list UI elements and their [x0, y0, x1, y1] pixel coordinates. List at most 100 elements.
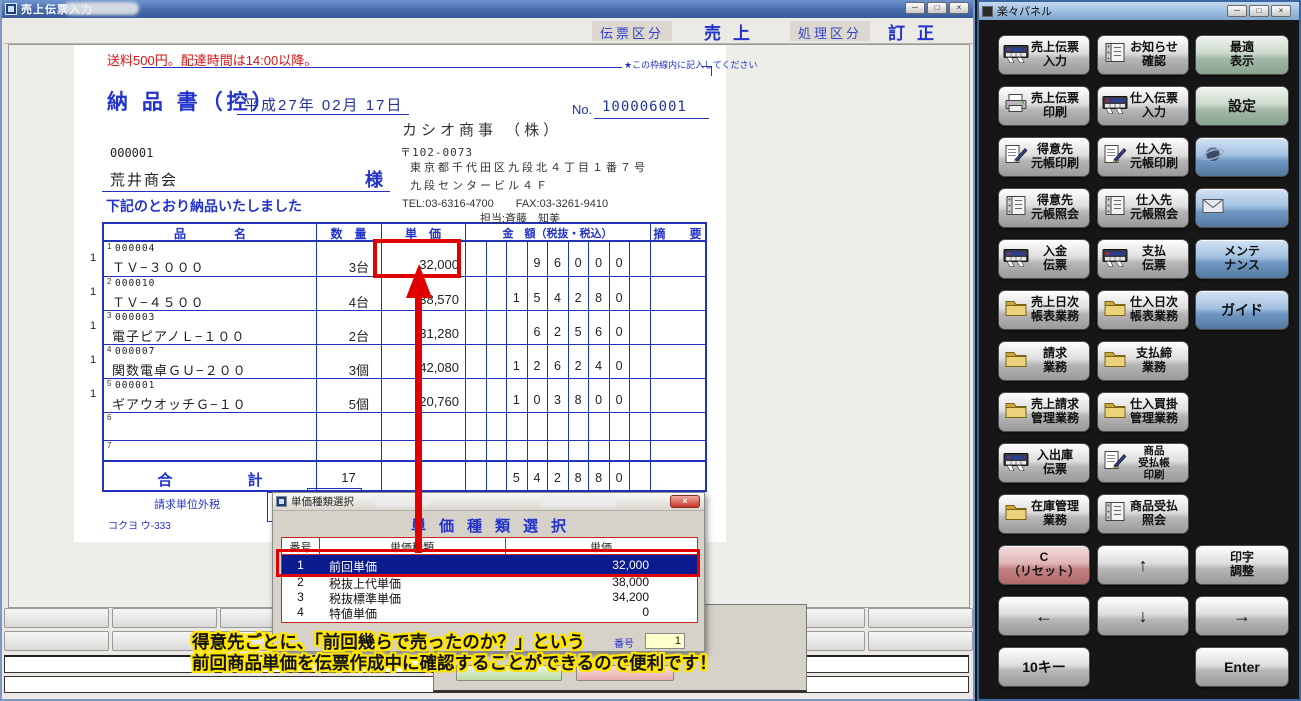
main-titlebar[interactable]: 売上伝票入力 — [2, 0, 973, 18]
panel-button[interactable]: 売上請求管理業務 — [998, 392, 1090, 432]
doc-pen-icon — [1102, 450, 1128, 477]
folder-icon — [1102, 297, 1128, 324]
amount-comb-line — [629, 462, 630, 494]
toolbar-segment[interactable] — [868, 631, 973, 651]
panel-button[interactable]: C（リセット） — [998, 545, 1090, 585]
panel-button[interactable]: お知らせ確認 — [1097, 35, 1189, 75]
kokuyo-label: コクヨ ウ-333 — [108, 517, 171, 532]
panel-button-label: 売上日次帳表業務 — [1031, 296, 1079, 324]
panel-button[interactable]: メンテナンス — [1195, 239, 1289, 279]
folder-icon — [1003, 399, 1029, 426]
minimize-button[interactable]: － — [905, 2, 925, 14]
price-type-row[interactable]: 2税抜上代単価38,000 — [282, 575, 697, 590]
amount-comb-line — [486, 462, 487, 494]
invoice-row[interactable]: 6 — [104, 412, 705, 440]
panel-button[interactable]: Enter — [1195, 647, 1289, 687]
amount-digit-cell: 4 — [547, 277, 568, 310]
panel-button[interactable]: 得意先元帳印刷 — [998, 137, 1090, 177]
panel-button[interactable]: → — [1195, 596, 1289, 636]
panel-button[interactable]: 設定 — [1195, 86, 1289, 126]
panel-button[interactable]: 支払伝票 — [1097, 239, 1189, 279]
panel-button[interactable]: 仕入伝票入力 — [1097, 86, 1189, 126]
panel-button[interactable]: 得意先元帳照会 — [998, 188, 1090, 228]
customer-code[interactable]: 000001 — [110, 146, 153, 160]
panel-button[interactable]: 売上日次帳表業務 — [998, 290, 1090, 330]
item-name: 電子ピアノＬ−１００ — [112, 326, 245, 345]
dialog-close-button[interactable]: × — [670, 495, 700, 508]
customer-name[interactable]: 荒井商会 — [110, 169, 178, 190]
close-button[interactable]: × — [949, 2, 969, 14]
amount-digit-cell: 0 — [609, 345, 630, 378]
panel-button-label: 印字調整 — [1230, 551, 1254, 579]
price-type-row[interactable]: 4特値単価0 — [282, 605, 697, 620]
doc-no-label: No. — [572, 102, 592, 117]
toolbar-segment[interactable] — [868, 608, 973, 628]
panel-button[interactable]: 在庫管理業務 — [998, 494, 1090, 534]
panel-button[interactable] — [1195, 137, 1289, 177]
panel-button[interactable]: 印字調整 — [1195, 545, 1289, 585]
panel-button[interactable]: ↑ — [1097, 545, 1189, 585]
dialog-title: 単価種類選択 — [291, 494, 354, 509]
panel-button[interactable]: 商品受払帳印刷 — [1097, 443, 1189, 483]
panel-button[interactable]: 10キー — [998, 647, 1090, 687]
panel-button[interactable]: 売上伝票印刷 — [998, 86, 1090, 126]
panel-button[interactable]: 最適表示 — [1195, 35, 1289, 75]
amount-digit-cell: 0 — [609, 277, 630, 310]
panel-button[interactable]: 入出庫伝票 — [998, 443, 1090, 483]
panel-button[interactable]: ↓ — [1097, 596, 1189, 636]
panel-button-label: 請求業務 — [1043, 347, 1067, 375]
doc-date[interactable]: 平成27年 02月 17日 — [244, 94, 403, 115]
memo-underline — [142, 67, 622, 68]
invoice-header-col-qty: 数 量 — [316, 225, 381, 242]
amount-digit-cell: 5 — [527, 277, 548, 310]
panel-close-button[interactable]: × — [1271, 5, 1291, 17]
amount-comb-line — [486, 441, 487, 460]
seikyu-label: 請求単位外税 — [154, 496, 220, 512]
amount-comb-line — [588, 441, 589, 460]
panel-minimize-button[interactable]: － — [1227, 5, 1247, 17]
amount-digit-cell: 4 — [527, 462, 548, 494]
redacted-blur — [538, 496, 618, 507]
amount-comb-line — [506, 311, 507, 344]
invoice-row[interactable]: 2000010ＴＶ−４５００4台38,570154280 — [104, 276, 705, 310]
item-code: 000004 — [115, 243, 155, 254]
panel-maximize-button[interactable]: □ — [1249, 5, 1269, 17]
invoice-row[interactable]: 5000001ギアウオッチＧ−１０5個20,760103800 — [104, 378, 705, 412]
item-name: ＴＶ−４５００ — [112, 292, 205, 311]
doc-pen-icon — [1102, 144, 1128, 171]
panel-button[interactable]: 商品受払照会 — [1097, 494, 1189, 534]
printer-icon — [1003, 93, 1029, 120]
item-price[interactable]: 20,760 — [419, 394, 459, 409]
panel-button[interactable]: 請求業務 — [998, 341, 1090, 381]
panel-button[interactable]: 売上伝票入力 — [998, 35, 1090, 75]
toolbar-segment[interactable] — [112, 608, 217, 628]
invoice-row[interactable]: 3000003電子ピアノＬ−１００2台31,28062560 — [104, 310, 705, 344]
panel-button[interactable]: ガイド — [1195, 290, 1289, 330]
panel-button[interactable]: 仕入先元帳印刷 — [1097, 137, 1189, 177]
item-price[interactable]: 31,280 — [419, 326, 459, 341]
denpyo-kubun-value[interactable]: 売上 — [704, 19, 762, 44]
panel-button-label: 仕入先元帳照会 — [1130, 194, 1178, 222]
shori-kubun-value[interactable]: 訂正 — [888, 19, 946, 44]
panel-button-label: お知らせ確認 — [1130, 41, 1178, 69]
invoice-row[interactable]: 7 — [104, 440, 705, 460]
invoice-row[interactable]: 4000007関数電卓ＧＵ−２００3個42,080126240 — [104, 344, 705, 378]
price-type-row[interactable]: 3税抜標準単価34,200 — [282, 590, 697, 605]
item-price[interactable]: 42,080 — [419, 360, 459, 375]
doc-no-value[interactable]: 100006001 — [602, 99, 687, 115]
panel-button[interactable]: 仕入買掛管理業務 — [1097, 392, 1189, 432]
panel-button[interactable]: 仕入日次帳表業務 — [1097, 290, 1189, 330]
amount-digit-cell: 1 — [506, 277, 527, 310]
panel-button[interactable]: 仕入先元帳照会 — [1097, 188, 1189, 228]
panel-button[interactable]: ← — [998, 596, 1090, 636]
company-telfax: TEL:03-6316-4700 FAX:03-3261-9410 — [402, 195, 608, 211]
panel-icon — [982, 6, 993, 17]
panel-button[interactable]: 支払締業務 — [1097, 341, 1189, 381]
dialog-titlebar[interactable]: 単価種類選択 — [273, 493, 704, 511]
panel-button[interactable]: 入金伝票 — [998, 239, 1090, 279]
panel-button[interactable] — [1195, 188, 1289, 228]
maximize-button[interactable]: □ — [927, 2, 947, 14]
toolbar-segment[interactable] — [4, 608, 109, 628]
toolbar-segment[interactable] — [4, 631, 109, 651]
denpyo-kubun-label: 伝票区分 — [592, 21, 672, 41]
